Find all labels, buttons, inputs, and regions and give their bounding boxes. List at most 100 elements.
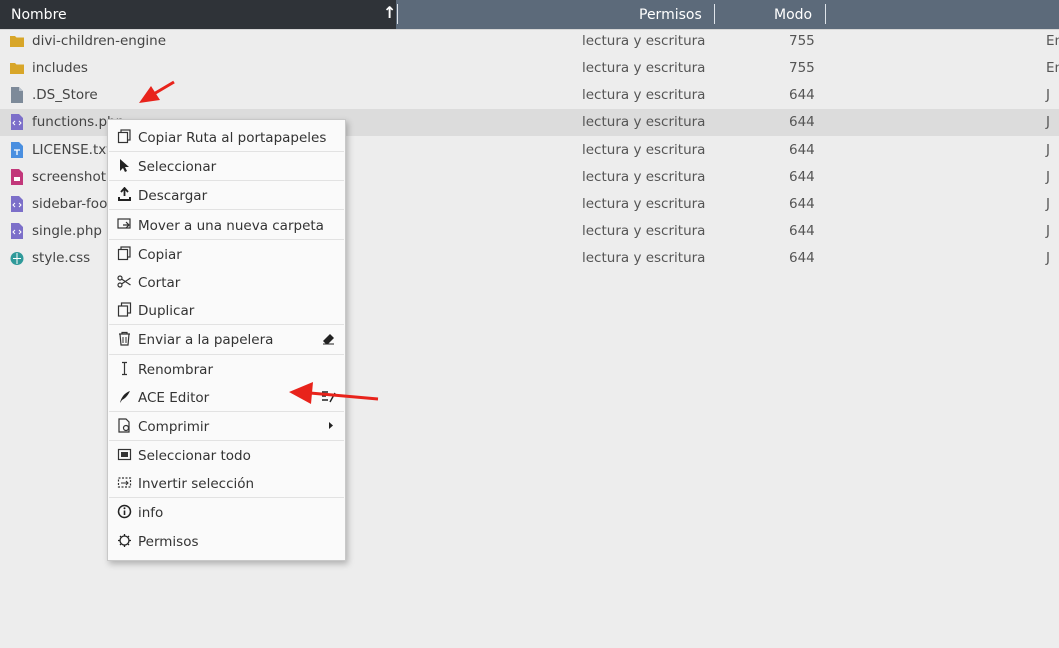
menu-item-permissions[interactable]: Permisos [108, 527, 345, 555]
file-mode: 644 [789, 87, 815, 103]
info-icon [117, 504, 132, 519]
trash-icon [119, 331, 130, 346]
menu-item-select[interactable]: Seleccionar [108, 152, 345, 180]
archive-icon [118, 418, 130, 433]
file-permissions: lectura y escritura [582, 60, 706, 76]
menu-item-label: Renombrar [138, 362, 213, 378]
file-css-icon [10, 252, 24, 265]
menu-item-info[interactable]: info [108, 498, 345, 526]
column-header-name[interactable]: Nombre ↑ [0, 0, 396, 29]
menu-item-label: ACE Editor [138, 390, 210, 406]
file-name: divi-children-engine [32, 33, 167, 49]
file-date: En [1046, 60, 1059, 76]
download-icon [118, 187, 131, 201]
menu-item-label: Copiar Ruta al portapapeles [138, 130, 327, 146]
column-header-permissions[interactable]: Permisos [639, 7, 702, 23]
file-row[interactable]: includes lectura y escritura 755 En [0, 55, 1059, 82]
menu-item-duplicate[interactable]: Duplicar [108, 296, 345, 324]
menu-item-invert-selection[interactable]: Invertir selección [108, 469, 345, 497]
file-permissions: lectura y escritura [582, 196, 706, 212]
file-php-icon [11, 223, 23, 239]
file-name: style.css [32, 250, 91, 266]
file-name: sidebar-foo [32, 196, 108, 212]
file-list-header: Nombre ↑ Permisos Modo [0, 0, 1059, 29]
text-cursor-icon [122, 361, 127, 376]
submenu-arrow-icon [329, 422, 333, 429]
menu-item-label: Comprimir [138, 419, 210, 435]
menu-item-download[interactable]: Descargar [108, 181, 345, 209]
file-row[interactable]: divi-children-engine lectura y escritura… [0, 28, 1059, 55]
file-mode: 755 [789, 33, 815, 49]
menu-item-label: Duplicar [138, 303, 195, 319]
column-header-mode[interactable]: Modo [774, 7, 812, 23]
file-text-icon [11, 142, 23, 158]
file-permissions: lectura y escritura [582, 114, 706, 130]
file-mode: 644 [789, 142, 815, 158]
editor-icon [322, 391, 336, 403]
menu-item-select-all[interactable]: Seleccionar todo [108, 441, 345, 469]
menu-item-move-folder[interactable]: Mover a una nueva carpeta [108, 211, 345, 239]
menu-item-label: Cortar [138, 275, 181, 291]
file-mode: 644 [789, 114, 815, 130]
menu-item-ace-editor[interactable]: ACE Editor [108, 383, 345, 411]
select-all-icon [117, 448, 132, 461]
menu-item-copy[interactable]: Copiar [108, 240, 345, 268]
gear-icon [118, 534, 131, 547]
file-permissions: lectura y escritura [582, 142, 706, 158]
folder-icon [10, 36, 24, 47]
file-row[interactable]: .DS_Store lectura y escritura 644 J [0, 82, 1059, 109]
menu-item-label: Seleccionar [138, 159, 217, 175]
invert-selection-icon [117, 477, 132, 488]
menu-item-label: Permisos [138, 534, 199, 550]
menu-divider [109, 209, 344, 210]
menu-item-label: Invertir selección [138, 476, 255, 492]
file-mode: 644 [789, 223, 815, 239]
pointer-icon [120, 159, 129, 172]
move-folder-icon [117, 218, 131, 229]
menu-item-label: info [138, 505, 164, 521]
menu-item-label: Copiar [138, 247, 182, 263]
file-mode: 644 [789, 169, 815, 185]
file-date: J [1046, 142, 1050, 158]
file-date: J [1046, 223, 1050, 239]
eraser-icon [323, 334, 334, 345]
file-php-icon [11, 114, 23, 130]
file-date: En [1046, 33, 1059, 49]
file-php-icon [11, 196, 23, 212]
copy-icon [117, 129, 131, 144]
column-divider[interactable] [714, 4, 715, 24]
column-divider[interactable] [825, 4, 826, 24]
file-name: screenshot [32, 169, 107, 185]
menu-item-label: Mover a una nueva carpeta [138, 218, 324, 234]
context-menu: Copiar Ruta al portapapeles Seleccionar … [107, 119, 346, 561]
column-divider[interactable] [397, 4, 398, 24]
file-permissions: lectura y escritura [582, 223, 706, 239]
quill-icon [120, 391, 130, 403]
menu-item-label: Seleccionar todo [138, 448, 251, 464]
menu-item-label: Descargar [138, 188, 208, 204]
duplicate-icon [117, 302, 132, 317]
menu-item-cut[interactable]: Cortar [108, 268, 345, 296]
file-name: LICENSE.txt [32, 142, 112, 158]
file-name: includes [32, 60, 88, 76]
menu-item-compress[interactable]: Comprimir [108, 412, 345, 440]
menu-item-trash[interactable]: Enviar a la papelera [108, 325, 345, 353]
file-date: J [1046, 196, 1050, 212]
file-date: J [1046, 169, 1050, 185]
file-mode: 644 [789, 196, 815, 212]
column-header-name-label: Nombre [11, 7, 67, 23]
menu-item-rename[interactable]: Renombrar [108, 355, 345, 383]
file-image-icon [11, 169, 23, 185]
copy-icon [117, 246, 131, 261]
folder-icon [10, 63, 24, 74]
menu-item-label: Enviar a la papelera [138, 332, 274, 348]
file-date: J [1046, 87, 1050, 103]
file-date: J [1046, 114, 1050, 130]
sort-arrow-up-icon[interactable]: ↑ [383, 3, 396, 22]
file-mode: 644 [789, 250, 815, 266]
scissors-icon [117, 275, 131, 288]
file-permissions: lectura y escritura [582, 87, 706, 103]
file-generic-icon [11, 87, 23, 103]
file-name: .DS_Store [32, 87, 98, 103]
menu-item-copy-path[interactable]: Copiar Ruta al portapapeles [108, 123, 345, 151]
